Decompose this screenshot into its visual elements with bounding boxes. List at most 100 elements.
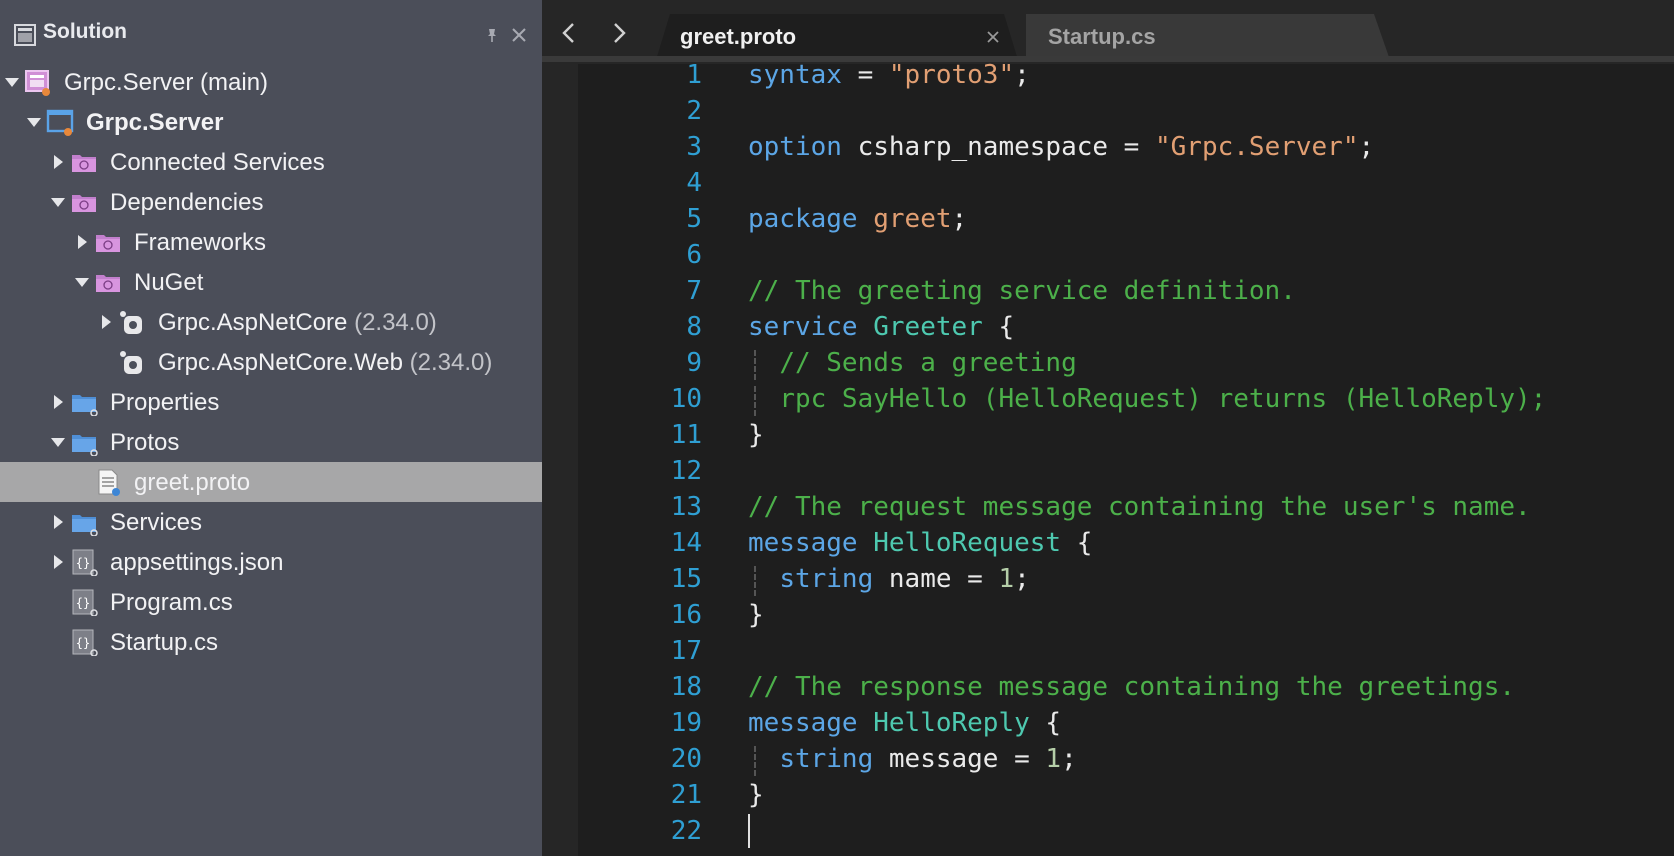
forward-arrow-icon[interactable] bbox=[608, 20, 630, 46]
line-number: 18 bbox=[670, 672, 702, 702]
code-line[interactable]: 1 syntax = "proto3"; bbox=[578, 58, 1674, 94]
expand-arrow-down-icon[interactable] bbox=[4, 74, 20, 90]
code-line[interactable]: 14 message HelloRequest { bbox=[578, 526, 1674, 562]
code-line[interactable]: 11} bbox=[578, 418, 1674, 454]
tree-item-label: Grpc.AspNetCore.Web (2.34.0) bbox=[158, 349, 492, 377]
code-token: { bbox=[1061, 528, 1093, 558]
pin-icon[interactable] bbox=[484, 27, 500, 43]
tree-item-label: Startup.cs bbox=[110, 629, 218, 657]
code-line[interactable]: 5 package greet; bbox=[578, 202, 1674, 238]
tree-item-appsettings-json[interactable]: {} appsettings.json bbox=[0, 542, 542, 582]
expand-arrow-right-icon[interactable] bbox=[98, 314, 114, 330]
code-lines[interactable]: 1 syntax = "proto3"; 2 3 option csharp_names… bbox=[578, 60, 1674, 856]
tree-item-greet-proto[interactable]: greet.proto bbox=[0, 462, 542, 502]
tab-close-icon[interactable] bbox=[986, 30, 1000, 44]
code-line[interactable]: 2 bbox=[578, 94, 1674, 130]
package-icon bbox=[120, 311, 142, 334]
code-token: = bbox=[841, 60, 889, 90]
folder-icon bbox=[72, 435, 98, 456]
expand-arrow-right-icon[interactable] bbox=[50, 154, 66, 170]
tree-item-protos[interactable]: Protos bbox=[0, 422, 542, 462]
tree-item-startup-cs[interactable]: {} Startup.cs bbox=[0, 622, 542, 662]
code-line[interactable]: 19 message HelloReply { bbox=[578, 706, 1674, 742]
code-token: name = bbox=[873, 564, 999, 594]
tab-greet-proto[interactable]: greet.proto bbox=[656, 14, 1032, 60]
tab-bar: greet.proto Startup.cs bbox=[542, 0, 1674, 64]
code-line[interactable]: 7 // The greeting service definition. bbox=[578, 274, 1674, 310]
code-token: // The response message containing the g… bbox=[748, 672, 1516, 702]
code-line[interactable]: 21} bbox=[578, 778, 1674, 814]
tree-item-label: greet.proto bbox=[134, 469, 250, 497]
code-line[interactable]: 13 // The request message containing the … bbox=[578, 490, 1674, 526]
tree-item-dependencies[interactable]: Dependencies bbox=[0, 182, 542, 222]
tree-item-frameworks[interactable]: Frameworks bbox=[0, 222, 542, 262]
project-icon bbox=[46, 109, 74, 136]
line-number: 7 bbox=[686, 276, 702, 306]
back-arrow-icon[interactable] bbox=[558, 20, 580, 46]
code-line[interactable]: 22 bbox=[578, 814, 1674, 850]
json-file-icon: {} bbox=[72, 549, 98, 576]
tree-item-text: Program.cs bbox=[110, 589, 233, 616]
tree-item-text: Grpc.AspNetCore bbox=[158, 309, 348, 336]
line-number: 5 bbox=[686, 204, 702, 234]
line-number: 20 bbox=[670, 744, 702, 774]
svg-text:{}: {} bbox=[76, 596, 90, 610]
expand-arrow-down-icon[interactable] bbox=[50, 434, 66, 450]
close-icon[interactable] bbox=[511, 27, 527, 43]
expand-arrow-right-icon[interactable] bbox=[50, 554, 66, 570]
solution-icon bbox=[25, 70, 50, 96]
package-version: (2.34.0) bbox=[354, 309, 437, 336]
code-token: option bbox=[748, 132, 842, 162]
tree-item-program-cs[interactable]: {} Program.cs bbox=[0, 582, 542, 622]
code-token: ; bbox=[951, 204, 968, 234]
tree-item-services[interactable]: Services bbox=[0, 502, 542, 542]
folder-icon bbox=[72, 395, 98, 416]
tree-item-connected-services[interactable]: Connected Services bbox=[0, 142, 542, 182]
tab-startup-cs[interactable]: Startup.cs bbox=[1026, 14, 1416, 60]
code-line[interactable]: 16} bbox=[578, 598, 1674, 634]
code-line[interactable]: 8 service Greeter { bbox=[578, 310, 1674, 346]
line-number: 8 bbox=[686, 312, 702, 342]
tree-item-grpc-aspnetcore-web[interactable]: Grpc.AspNetCore.Web (2.34.0) bbox=[0, 342, 542, 382]
code-token: csharp_namespace = bbox=[841, 132, 1155, 162]
code-token: syntax bbox=[748, 60, 842, 90]
code-line[interactable]: 15 string name = 1; bbox=[578, 562, 1674, 598]
line-number: 19 bbox=[670, 708, 702, 738]
code-line[interactable]: 10 rpc SayHello (HelloRequest) returns (… bbox=[578, 382, 1674, 418]
tree-item-grpc-server-main[interactable]: Grpc.Server (main) bbox=[0, 62, 542, 102]
code-token: ; bbox=[1014, 60, 1030, 90]
code-line[interactable]: 9 // Sends a greeting bbox=[578, 346, 1674, 382]
line-number: 12 bbox=[670, 456, 702, 486]
line-number: 17 bbox=[670, 636, 702, 666]
expand-arrow-down-icon[interactable] bbox=[50, 194, 66, 210]
tree-item-nuget[interactable]: NuGet bbox=[0, 262, 542, 302]
cs-file-icon: {} bbox=[72, 589, 98, 616]
expand-arrow-down-icon[interactable] bbox=[74, 274, 90, 290]
code-line[interactable]: 12 bbox=[578, 454, 1674, 490]
expand-arrow-right-icon[interactable] bbox=[50, 514, 66, 530]
code-line[interactable]: 18 // The response message containing the… bbox=[578, 670, 1674, 706]
code-line[interactable]: 17 bbox=[578, 634, 1674, 670]
code-line[interactable]: 4 bbox=[578, 166, 1674, 202]
expand-arrow-right-icon[interactable] bbox=[50, 394, 66, 410]
tree-item-grpc-server[interactable]: Grpc.Server bbox=[0, 102, 542, 142]
code-token: message = bbox=[873, 744, 1046, 774]
code-line[interactable]: 20 string message = 1; bbox=[578, 742, 1674, 778]
line-number: 22 bbox=[670, 816, 702, 846]
tree-item-text: Protos bbox=[110, 429, 180, 456]
tree-item-grpc-aspnetcore[interactable]: Grpc.AspNetCore (2.34.0) bbox=[0, 302, 542, 342]
code-token: { bbox=[1029, 708, 1062, 738]
tree-item-label: Dependencies bbox=[110, 189, 263, 217]
line-number: 1 bbox=[686, 60, 702, 90]
code-line[interactable]: 6 bbox=[578, 238, 1674, 274]
code-editor[interactable]: greet.proto Startup.cs 1 syntax = "proto3… bbox=[542, 0, 1674, 856]
code-text: message HelloReply { bbox=[748, 708, 1061, 738]
expand-arrow-down-icon[interactable] bbox=[26, 114, 42, 130]
tree-item-properties[interactable]: Properties bbox=[0, 382, 542, 422]
expand-arrow-right-icon[interactable] bbox=[74, 234, 90, 250]
code-line[interactable]: 3 option csharp_namespace = "Grpc.Server"… bbox=[578, 130, 1674, 166]
code-text: package greet; bbox=[748, 204, 967, 234]
